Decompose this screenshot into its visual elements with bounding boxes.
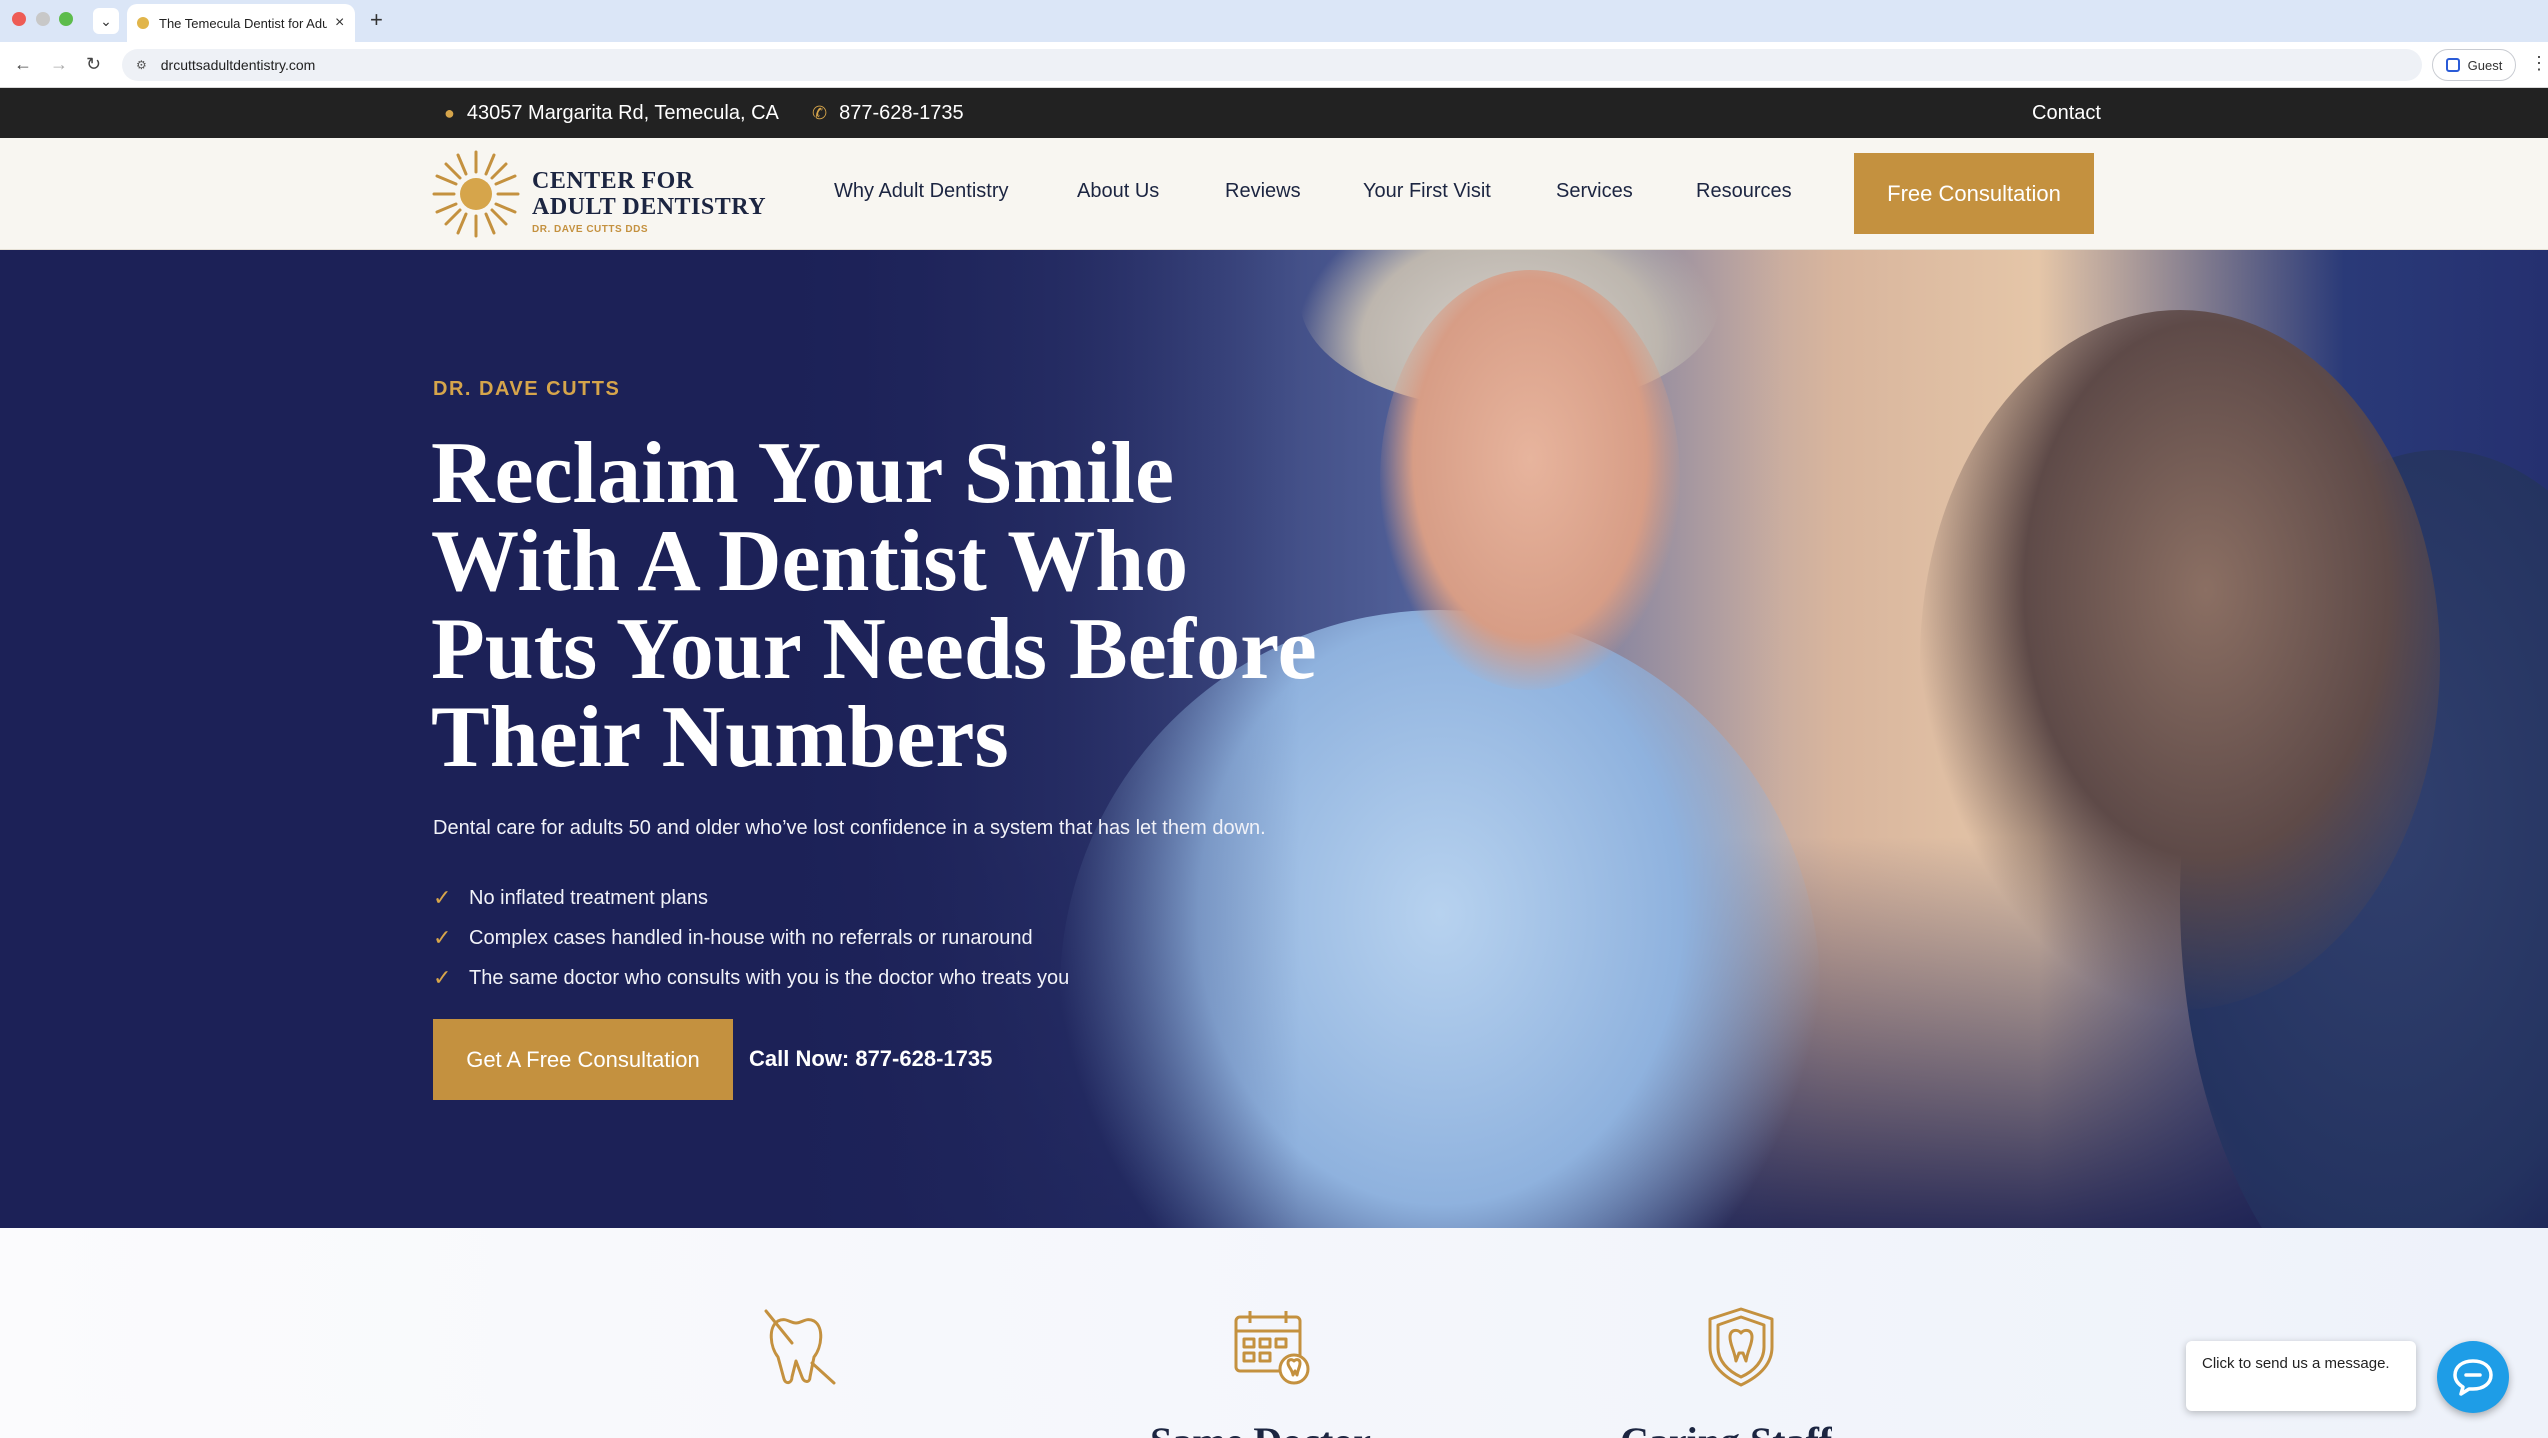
tooth-tool-icon xyxy=(764,1309,836,1385)
hero-section: DR. DAVE CUTTS Reclaim Your Smile With A… xyxy=(0,250,2548,1228)
nav-why-adult-dentistry[interactable]: Why Adult Dentistry xyxy=(834,180,1009,203)
browser-toolbar: ← → ↻ ⚙ drcuttsadultdentistry.com Guest … xyxy=(0,42,2548,88)
new-tab-button[interactable]: + xyxy=(370,8,383,32)
hero-photo-face xyxy=(1380,270,1680,690)
get-free-consultation-button[interactable]: Get A Free Consultation xyxy=(433,1019,733,1100)
nav-resources[interactable]: Resources xyxy=(1696,180,1792,203)
benefit-item: ✓ Complex cases handled in-house with no… xyxy=(433,918,1069,958)
tab-search-button[interactable]: ⌄ xyxy=(93,8,119,34)
address-text: 43057 Margarita Rd, Temecula, CA xyxy=(466,102,779,124)
benefit-item: ✓ The same doctor who consults with you … xyxy=(433,958,1069,998)
calendar-tooth-icon xyxy=(1234,1311,1310,1385)
browser-tab-bar: ⌄ The Temecula Dentist for Adu × + xyxy=(0,0,2548,42)
top-info-bar: ● 43057 Margarita Rd, Temecula, CA ✆ 877… xyxy=(0,88,2548,138)
chevron-down-icon: ⌄ xyxy=(100,12,112,29)
nav-your-first-visit[interactable]: Your First Visit xyxy=(1363,180,1491,203)
hero-subtext: Dental care for adults 50 and older who’… xyxy=(433,817,1266,839)
reload-icon[interactable]: ↻ xyxy=(86,53,101,75)
site-logo[interactable]: CENTER FOR ADULT DENTISTRY DR. DAVE CUTT… xyxy=(430,148,766,240)
profile-icon xyxy=(2445,58,2460,72)
forward-arrow-icon[interactable]: → xyxy=(50,53,68,75)
features-section: Same Doctor Caring Staff xyxy=(0,1228,2548,1438)
address-link[interactable]: ● 43057 Margarita Rd, Temecula, CA xyxy=(444,102,779,125)
call-now-link[interactable]: Call Now: 877-628-1735 xyxy=(749,1046,992,1072)
profile-button[interactable]: Guest xyxy=(2432,49,2516,81)
tab-close-icon[interactable]: × xyxy=(335,14,344,32)
address-bar[interactable]: ⚙ drcuttsadultdentistry.com xyxy=(122,49,2422,81)
logo-line-1: CENTER FOR xyxy=(532,168,694,194)
hero-benefits-list: ✓ No inflated treatment plans ✓ Complex … xyxy=(433,878,1069,998)
phone-text: 877-628-1735 xyxy=(839,102,964,124)
site-header: CENTER FOR ADULT DENTISTRY DR. DAVE CUTT… xyxy=(0,138,2548,250)
nav-services[interactable]: Services xyxy=(1556,180,1633,203)
browser-menu-icon[interactable]: ⋮ xyxy=(2530,53,2548,74)
hero-headline: Reclaim Your Smile With A Dentist Who Pu… xyxy=(431,425,1317,786)
tab-title: The Temecula Dentist for Adu xyxy=(159,15,327,31)
check-icon: ✓ xyxy=(433,885,452,910)
contact-link[interactable]: Contact xyxy=(2032,102,2101,125)
chat-icon xyxy=(2453,1359,2493,1396)
benefit-text: No inflated treatment plans xyxy=(469,886,709,909)
chat-launcher-button[interactable] xyxy=(2437,1341,2509,1413)
nav-about-us[interactable]: About Us xyxy=(1077,180,1159,203)
map-pin-icon: ● xyxy=(444,103,455,123)
hero-photo-patient xyxy=(1920,310,2440,1010)
shield-tooth-icon xyxy=(1708,1307,1774,1387)
url-text: drcuttsadultdentistry.com xyxy=(160,57,316,73)
check-icon: ✓ xyxy=(433,965,452,990)
favicon-icon xyxy=(137,17,149,29)
chat-prompt[interactable]: Click to send us a message. xyxy=(2186,1341,2416,1411)
benefit-text: The same doctor who consults with you is… xyxy=(469,966,1070,989)
logo-line-3: DR. DAVE CUTTS DDS xyxy=(532,224,649,235)
phone-link[interactable]: ✆ 877-628-1735 xyxy=(812,102,964,125)
benefit-text: Complex cases handled in-house with no r… xyxy=(469,926,1033,949)
feature-heading-2: Same Doctor xyxy=(1150,1418,1371,1438)
browser-tab[interactable]: The Temecula Dentist for Adu × xyxy=(127,4,355,42)
profile-label: Guest xyxy=(2467,57,2503,73)
maximize-window-button[interactable] xyxy=(59,12,73,26)
site-settings-icon[interactable]: ⚙ xyxy=(136,58,147,72)
sun-logo-icon xyxy=(432,150,520,238)
hero-eyebrow: DR. DAVE CUTTS xyxy=(433,378,621,400)
minimize-window-button[interactable] xyxy=(36,12,50,26)
check-icon: ✓ xyxy=(433,925,452,950)
phone-icon: ✆ xyxy=(812,103,828,123)
back-arrow-icon[interactable]: ← xyxy=(14,53,32,75)
feature-heading-3: Caring Staff xyxy=(1620,1418,1832,1438)
nav-reviews[interactable]: Reviews xyxy=(1225,180,1301,203)
free-consultation-button[interactable]: Free Consultation xyxy=(1854,153,2094,234)
benefit-item: ✓ No inflated treatment plans xyxy=(433,878,1069,918)
close-window-button[interactable] xyxy=(12,12,26,26)
logo-line-2: ADULT DENTISTRY xyxy=(532,194,767,220)
